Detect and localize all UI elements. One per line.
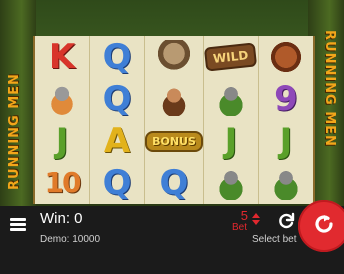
card-symbol-j: J [224, 121, 238, 161]
card-symbol-9: 9 [274, 79, 298, 119]
reel-5: 9J [259, 36, 313, 204]
reel-symbol [145, 78, 203, 120]
game-scene: RUNNING MEN RUNNING MEN K J 10 Q Q A Q BONUS Q WI… [0, 0, 344, 206]
reel-symbol: J [204, 120, 258, 162]
caveman-green-icon [213, 166, 248, 200]
demo-balance: Demo: 10000 [40, 234, 101, 245]
caveman-helmet-icon [45, 82, 80, 116]
bet-up-icon[interactable] [252, 213, 260, 218]
select-bet-label[interactable]: Select bet [252, 234, 296, 245]
reel-symbol: BONUS [145, 120, 203, 162]
card-symbol-a: A [103, 121, 131, 161]
reel-symbol [35, 78, 89, 120]
reel-1: K J 10 [35, 36, 91, 204]
reel-4: WILD J [204, 36, 259, 204]
bet-down-icon[interactable] [252, 220, 260, 225]
reel-symbol: 9 [259, 78, 313, 120]
reel-symbol: Q [90, 36, 144, 78]
reel-symbol [259, 36, 313, 78]
mammoth-icon [268, 40, 303, 74]
reel-symbol: Q [90, 78, 144, 120]
goat-icon [156, 40, 191, 74]
reel-3: BONUS Q [145, 36, 204, 204]
reel-symbol: 10 [35, 162, 89, 204]
reel-2: QQAQ [90, 36, 146, 204]
win-label: Win: 0 [40, 210, 83, 227]
reels-grid: K J 10 Q Q A Q BONUS Q WILD J 9 J [33, 36, 315, 204]
card-symbol-q: Q [102, 163, 132, 203]
caveman-green-icon [213, 82, 248, 116]
reel-symbol [145, 36, 203, 78]
caveman-green-icon [268, 166, 303, 200]
bottom-bar: Win: 0 Demo: 10000 5 Bet Select bet [0, 206, 344, 274]
card-symbol-q: Q [159, 163, 189, 203]
reel-symbol: A [90, 120, 144, 162]
refresh-icon[interactable] [276, 211, 296, 231]
bet-value: 5 [240, 208, 248, 223]
hamburger-menu-icon[interactable] [10, 218, 26, 232]
reel-symbol: J [259, 120, 313, 162]
reel-symbol [259, 162, 313, 204]
caveman-beard-icon [156, 82, 191, 116]
reel-symbol [204, 162, 258, 204]
card-symbol-j: J [279, 121, 293, 161]
card-symbol-j: J [55, 121, 69, 161]
reel-symbol: J [35, 120, 89, 162]
bonus-symbol: BONUS [145, 130, 203, 152]
reel-symbol: Q [145, 162, 203, 204]
wild-symbol: WILD [204, 42, 258, 72]
reel-symbol: Q [90, 162, 144, 204]
side-title-left: RUNNING MEN [7, 73, 22, 190]
left-frame: RUNNING MEN [0, 0, 36, 206]
bet-stepper[interactable] [251, 212, 261, 232]
card-symbol-q: Q [102, 37, 132, 77]
reel-symbol: K [35, 36, 89, 78]
card-symbol-k: K [48, 37, 76, 77]
reel-symbol: WILD [204, 36, 258, 78]
spin-arrow-icon [311, 211, 337, 242]
side-title-right: RUNNING MEN [322, 30, 337, 147]
reel-symbol [204, 78, 258, 120]
card-symbol-q: Q [102, 79, 132, 119]
card-symbol-10: 10 [44, 166, 82, 199]
spin-button[interactable] [298, 200, 344, 252]
bet-label: Bet [232, 222, 248, 233]
